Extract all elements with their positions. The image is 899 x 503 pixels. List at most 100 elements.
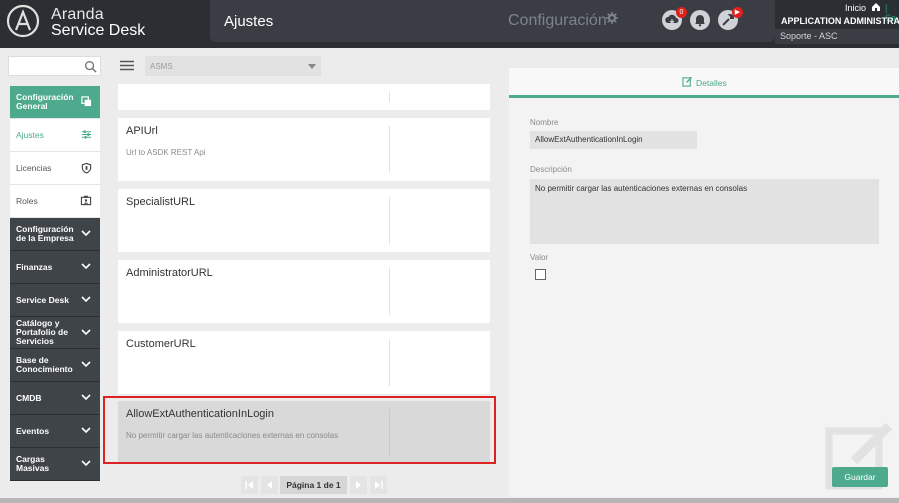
user-role-label: Soporte - ASC	[780, 31, 838, 41]
sidebar-item-label: Eventos	[16, 426, 50, 436]
section-title: Configuración	[508, 12, 607, 29]
chevron-down-icon	[81, 263, 91, 269]
settings-group-value: ASMS	[150, 62, 173, 71]
setting-card-specialisturl[interactable]: SpecialistURL	[118, 189, 490, 252]
selection-highlight-frame	[103, 396, 496, 464]
home-icon[interactable]	[871, 2, 881, 12]
user-area: Inicio | Sa APPLICATION ADMINISTRATOR So…	[775, 0, 899, 48]
sliders-icon	[81, 130, 92, 139]
dropdown-arrow-icon	[308, 64, 316, 69]
tools-button[interactable]: ▶	[718, 7, 743, 30]
sidebar-item-label: Finanzas	[16, 262, 53, 272]
sidebar-search-input[interactable]	[8, 56, 101, 76]
copy-icon	[81, 96, 92, 107]
sidebar-item-configuracion-general[interactable]: Configuración General	[10, 86, 100, 119]
cloud-badge: 0	[676, 7, 687, 18]
sidebar-item-label: Catálogo y Portafolio de Servicios	[16, 318, 68, 346]
card-divider	[389, 126, 390, 173]
bell-icon	[695, 15, 705, 27]
aranda-logo-icon	[6, 4, 40, 38]
next-page-icon	[356, 481, 361, 489]
last-page-icon	[375, 481, 383, 489]
sidebar-item-cargas-masivas[interactable]: Cargas Masivas	[10, 448, 100, 481]
sidebar-item-label: CMDB	[16, 393, 42, 403]
search-icon[interactable]	[84, 60, 97, 73]
sidebar-item-catalogo[interactable]: Catálogo y Portafolio de Servicios	[10, 317, 100, 349]
card-divider	[389, 197, 390, 244]
chevron-down-icon	[81, 296, 91, 302]
setting-card-apiurl[interactable]: APIUrl Url to ASDK REST Api	[118, 118, 490, 181]
page-indicator: Página 1 de 1	[280, 476, 347, 494]
sidebar-item-eventos[interactable]: Eventos	[10, 415, 100, 448]
last-page-button[interactable]	[370, 476, 387, 494]
brand-line-2: Service Desk	[51, 22, 146, 39]
chevron-down-icon	[81, 329, 91, 335]
setting-name: CustomerURL	[126, 338, 196, 350]
title-panel: Ajustes Configuración 0 ▶	[210, 0, 775, 42]
chevron-down-icon	[81, 394, 91, 400]
top-bar: Aranda Service Desk Ajustes Configuració…	[0, 0, 899, 48]
first-page-icon	[245, 481, 253, 489]
sidebar-item-configuracion-empresa[interactable]: Configuración de la Empresa	[10, 218, 100, 251]
tools-badge: ▶	[732, 7, 743, 18]
bottom-strip	[0, 498, 899, 503]
sidebar-item-base-conocimiento[interactable]: Base de Conocimiento	[10, 349, 100, 382]
value-label: Valor	[530, 253, 549, 262]
setting-name: APIUrl	[126, 125, 158, 137]
setting-name: SpecialistURL	[126, 196, 196, 208]
sidebar-item-cmdb[interactable]: CMDB	[10, 382, 100, 415]
setting-card-customerurl[interactable]: CustomerURL	[118, 331, 490, 394]
shield-icon	[81, 162, 92, 174]
user-role-selector[interactable]: Soporte - ASC	[775, 29, 899, 44]
setting-card[interactable]	[118, 84, 490, 110]
sidebar-item-service-desk[interactable]: Service Desk	[10, 284, 100, 317]
chevron-down-icon	[81, 230, 91, 236]
first-page-button[interactable]	[241, 476, 258, 494]
tab-detalles-label: Detalles	[696, 78, 727, 88]
sidebar-item-label: Roles	[16, 196, 38, 206]
inicio-link[interactable]: Inicio	[845, 3, 866, 13]
sidebar-item-finanzas[interactable]: Finanzas	[10, 251, 100, 284]
tab-detalles[interactable]: Detalles	[509, 68, 899, 98]
setting-description: Url to ASDK REST Api	[126, 148, 206, 157]
detail-panel: Detalles Nombre AllowExtAuthenticationIn…	[509, 68, 899, 497]
gear-icon[interactable]	[606, 12, 620, 26]
sidebar-item-label: Base de Conocimiento	[16, 355, 73, 374]
description-label: Descripción	[530, 165, 572, 174]
name-label: Nombre	[530, 118, 559, 127]
sidebar-item-label: Service Desk	[16, 295, 69, 305]
setting-name: AdministratorURL	[126, 267, 213, 279]
save-button[interactable]: Guardar	[832, 467, 888, 487]
user-name[interactable]: APPLICATION ADMINISTRATOR	[781, 16, 899, 26]
notifications-button[interactable]	[690, 10, 710, 30]
chevron-down-icon	[81, 460, 91, 466]
prev-page-button[interactable]	[261, 476, 278, 494]
next-page-button[interactable]	[350, 476, 367, 494]
edit-icon	[682, 76, 693, 87]
cloud-download-button[interactable]: 0	[662, 7, 687, 30]
page-title: Ajustes	[224, 13, 274, 30]
card-divider	[389, 268, 390, 315]
description-field[interactable]: No permitir cargar las autenticaciones e…	[530, 179, 879, 244]
id-badge-icon	[80, 195, 92, 206]
sidebar-item-label: Cargas Masivas	[16, 454, 50, 473]
sidebar-item-label: Licencias	[16, 163, 52, 173]
sidebar-item-label: Configuración de la Empresa	[16, 224, 74, 243]
sidebar: Configuración General Ajustes Licencias …	[10, 86, 100, 481]
setting-card-administratorurl[interactable]: AdministratorURL	[118, 260, 490, 323]
chevron-down-icon	[81, 361, 91, 367]
hamburger-menu-icon[interactable]	[120, 60, 134, 71]
settings-group-select[interactable]: ASMS	[145, 56, 321, 76]
card-divider	[389, 92, 390, 102]
sidebar-item-label: Ajustes	[16, 130, 44, 140]
brand-logo[interactable]: Aranda Service Desk	[6, 3, 196, 43]
chevron-down-icon	[81, 427, 91, 433]
sidebar-item-label: Configuración General	[16, 92, 74, 111]
sidebar-item-roles[interactable]: Roles	[10, 185, 100, 218]
name-field[interactable]: AllowExtAuthenticationInLogin	[530, 131, 697, 149]
sidebar-item-licencias[interactable]: Licencias	[10, 152, 100, 185]
prev-page-icon	[267, 481, 272, 489]
sidebar-item-ajustes[interactable]: Ajustes	[10, 119, 100, 152]
value-checkbox[interactable]	[535, 269, 546, 280]
card-divider	[389, 339, 390, 386]
